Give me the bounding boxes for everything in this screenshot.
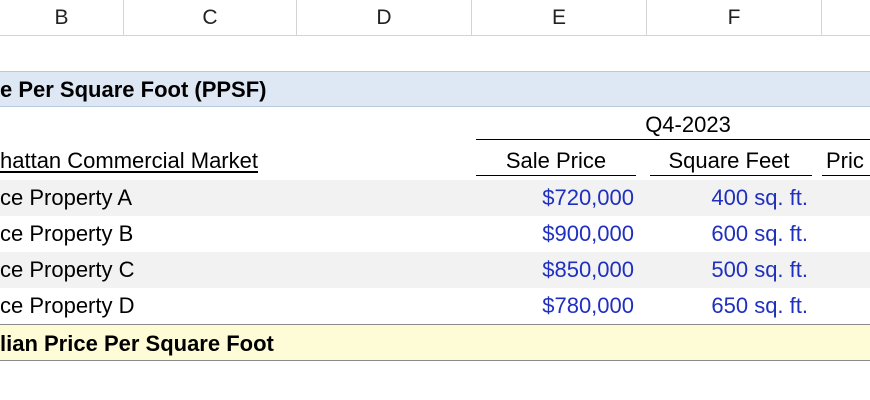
period-cell[interactable]: Q4-2023 xyxy=(478,107,870,143)
square-feet-header[interactable]: Square Feet xyxy=(650,143,808,179)
column-header-c[interactable]: C xyxy=(124,0,297,35)
column-header-d[interactable]: D xyxy=(297,0,472,35)
square-feet-cell[interactable]: 500 sq. ft. xyxy=(650,252,808,288)
table-row: ce Property A $720,000 400 sq. ft. xyxy=(0,180,870,216)
price-per-sqft-header[interactable]: Pric xyxy=(826,143,870,179)
table-row: ce Property B $900,000 600 sq. ft. xyxy=(0,216,870,252)
sale-price-header-underline xyxy=(476,175,636,176)
column-header-f[interactable]: F xyxy=(647,0,822,35)
property-name-cell[interactable]: ce Property A xyxy=(0,180,132,216)
square-feet-cell[interactable]: 600 sq. ft. xyxy=(650,216,808,252)
price-header-underline xyxy=(822,175,870,176)
spreadsheet: B C D E F e Per Square Foot (PPSF) Q4-20… xyxy=(0,0,870,400)
property-name-cell[interactable]: ce Property C xyxy=(0,252,135,288)
period-row: Q4-2023 xyxy=(0,107,870,143)
sale-price-cell[interactable]: $780,000 xyxy=(478,288,634,324)
square-feet-cell[interactable]: 400 sq. ft. xyxy=(650,180,808,216)
title-row: e Per Square Foot (PPSF) xyxy=(0,71,870,107)
property-name-cell[interactable]: ce Property D xyxy=(0,288,135,324)
median-row: lian Price Per Square Foot xyxy=(0,324,870,361)
square-feet-header-underline xyxy=(650,175,812,176)
table-row: ce Property D $780,000 650 sq. ft. xyxy=(0,288,870,324)
square-feet-cell[interactable]: 650 sq. ft. xyxy=(650,288,808,324)
header-row: hattan Commercial Market Sale Price Squa… xyxy=(0,143,870,179)
property-name-cell[interactable]: ce Property B xyxy=(0,216,133,252)
sale-price-cell[interactable]: $850,000 xyxy=(478,252,634,288)
column-header-b[interactable]: B xyxy=(0,0,124,35)
column-header-e[interactable]: E xyxy=(472,0,647,35)
title-cell[interactable]: e Per Square Foot (PPSF) xyxy=(0,72,267,106)
sale-price-header[interactable]: Sale Price xyxy=(478,143,634,179)
table-row: ce Property C $850,000 500 sq. ft. xyxy=(0,252,870,288)
column-header-bar: B C D E F xyxy=(0,0,870,36)
median-label-cell[interactable]: lian Price Per Square Foot xyxy=(0,325,274,360)
market-label-cell[interactable]: hattan Commercial Market xyxy=(0,143,258,179)
sale-price-cell[interactable]: $720,000 xyxy=(478,180,634,216)
sale-price-cell[interactable]: $900,000 xyxy=(478,216,634,252)
period-underline xyxy=(476,139,870,140)
